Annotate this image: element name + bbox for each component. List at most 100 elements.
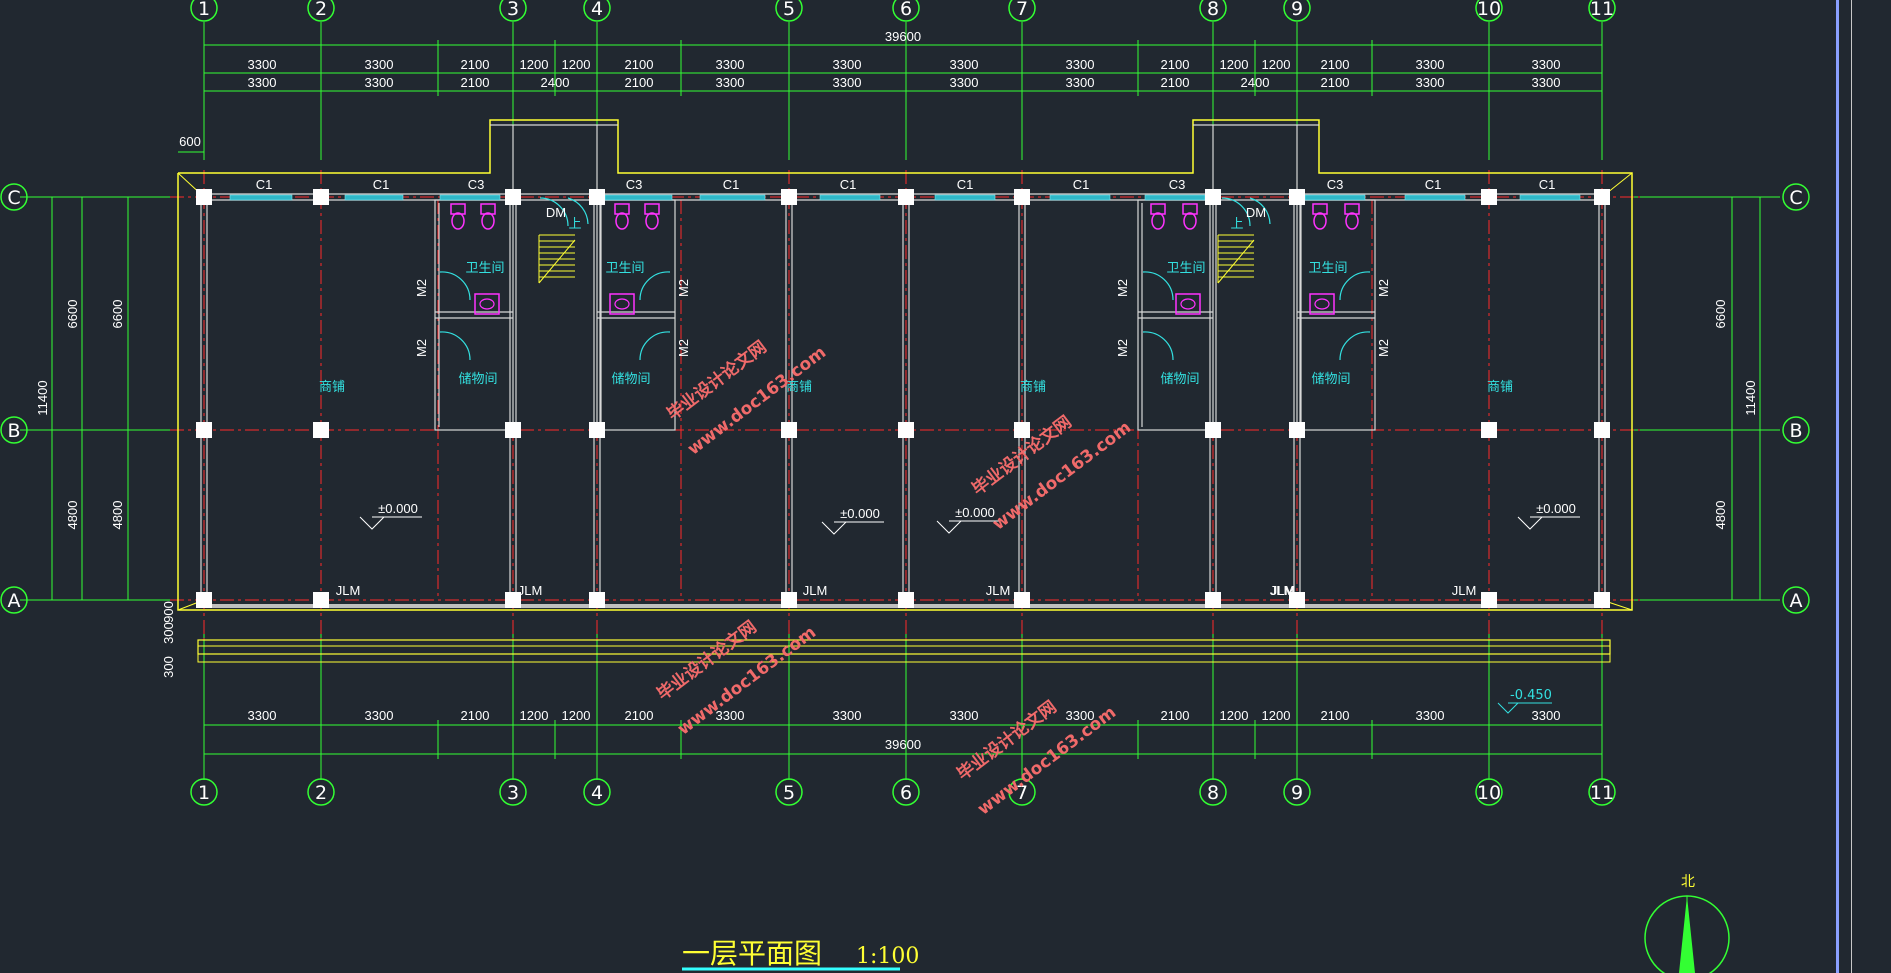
door-m2-label: M2	[1376, 339, 1391, 357]
door-swing-m2	[439, 271, 471, 301]
dim-left-text: 4800	[65, 501, 80, 530]
wash-basin-icon	[609, 293, 635, 315]
dim-row1-text: 3300	[833, 57, 862, 72]
window	[934, 194, 996, 201]
dim-row1-text: 1200	[562, 57, 591, 72]
column	[1594, 422, 1610, 438]
axis-bubble-label: 6	[900, 782, 912, 804]
storage-label: 储物间	[1160, 372, 1199, 387]
column	[1481, 422, 1497, 438]
dimension-lines	[20, 22, 1780, 780]
toilet-label: 卫生间	[1166, 261, 1205, 276]
door-swing-m2	[1339, 271, 1371, 301]
door-m2-label: M2	[1115, 339, 1130, 357]
axis-bubble-label: 2	[315, 0, 327, 20]
column	[898, 592, 914, 608]
wc-bowl-icon	[1345, 212, 1359, 230]
axis-bubble-label: C	[7, 187, 20, 209]
column	[1289, 189, 1305, 205]
dim-row1-text: 2100	[461, 57, 490, 72]
floor-plan-drawing: 39600396003300 3300 2100 1200 1200 2100 3300 33…	[0, 0, 1810, 973]
viewport-edge-bar	[1836, 0, 1839, 973]
window-label: C3	[1169, 177, 1186, 192]
axis-bubble-label: 10	[1477, 782, 1501, 804]
window-label: C3	[468, 177, 485, 192]
axis-bubble-label: 7	[1016, 0, 1028, 20]
column	[313, 189, 329, 205]
axis-bubble-label: 1	[198, 782, 210, 804]
window	[699, 194, 766, 201]
elevation-marker-icon	[359, 516, 385, 530]
door-swing-m2	[1142, 331, 1174, 361]
wc-bowl-icon	[645, 212, 659, 230]
window	[604, 194, 673, 201]
door-swing-m2	[1339, 331, 1371, 361]
dim-row2-text: 2100	[1321, 75, 1350, 90]
axis-bubble-label: 1	[198, 0, 210, 20]
wash-basin-icon	[474, 293, 500, 315]
window	[439, 194, 501, 201]
window	[344, 194, 404, 201]
door-m2-label: M2	[414, 279, 429, 297]
column	[196, 422, 212, 438]
utility-block-wall	[434, 199, 514, 431]
dim-row1-text: 3300	[950, 57, 979, 72]
wash-basin-bowl-icon	[1180, 298, 1196, 310]
window-label: C1	[1539, 177, 1556, 192]
elevation-marker-icon	[936, 520, 962, 534]
column	[313, 592, 329, 608]
axis-bubble-label: B	[7, 420, 20, 442]
axis-bubble-label: 9	[1291, 0, 1303, 20]
dim-bottom-text: 1200	[520, 708, 549, 723]
utility-block-wall	[596, 199, 676, 431]
door-dm-label: DM	[1246, 205, 1266, 220]
rolling-door-label: JLM	[518, 583, 543, 598]
plinth-dim-text: 900	[161, 601, 176, 623]
axis-bubble-label: A	[8, 590, 21, 612]
annotations: 39600 39600 3300 3300 2100 1200 1200 2100 3300 33…	[35, 29, 1758, 752]
column	[1594, 592, 1610, 608]
wc-bowl-icon	[1313, 212, 1327, 230]
door-swing-m2	[639, 331, 671, 361]
dim-bottom-text: 2100	[1321, 708, 1350, 723]
axis-bubbles: 11223344556677889910101111C CB BA A	[0, 0, 1810, 806]
dim-bottom-text: 2100	[625, 708, 654, 723]
column	[781, 422, 797, 438]
dim-row2-text: 3300	[1066, 75, 1095, 90]
axis-bubble-label: 5	[783, 0, 795, 20]
dim-bottom-text: 3300	[950, 708, 979, 723]
window-label: C1	[1073, 177, 1090, 192]
window-label: C1	[1425, 177, 1442, 192]
storage-label: 储物间	[1311, 372, 1350, 387]
dim-row2-text: 2100	[461, 75, 490, 90]
wash-basin-bowl-icon	[614, 298, 630, 310]
door-m2-label: M2	[1376, 279, 1391, 297]
axis-bubble-label: C	[1789, 187, 1802, 209]
door-swing-m2	[1142, 271, 1174, 301]
dim-bottom-text: 3300	[1532, 708, 1561, 723]
axis-bubble-label: 8	[1207, 0, 1219, 20]
column	[1205, 189, 1221, 205]
storage-label: 储物间	[611, 372, 650, 387]
dim-row1-text: 1200	[520, 57, 549, 72]
window	[1144, 194, 1206, 201]
dim-left-text: 6600	[65, 300, 80, 329]
wc-bowl-icon	[451, 212, 465, 230]
window-label: C3	[1327, 177, 1344, 192]
dim-row1-text: 1200	[1220, 57, 1249, 72]
dim-row2-text: 3300	[950, 75, 979, 90]
axis-bubble-label: 11	[1590, 0, 1614, 20]
dim-row2-text: 2400	[1241, 75, 1270, 90]
column	[589, 422, 605, 438]
stair-up-label: 上	[1230, 217, 1243, 232]
column	[196, 592, 212, 608]
elevation-marker-icon	[1497, 702, 1519, 714]
axis-grid-lines	[170, 170, 1640, 640]
elevation-text: ±0.000	[378, 501, 418, 516]
outside-elevation-text: -0.450	[1510, 688, 1552, 703]
column	[898, 422, 914, 438]
dim-left-text: 6600	[110, 300, 125, 329]
dim-row1-text: 3300	[365, 57, 394, 72]
rolling-door-label: JLM	[803, 583, 828, 598]
window	[1519, 194, 1581, 201]
